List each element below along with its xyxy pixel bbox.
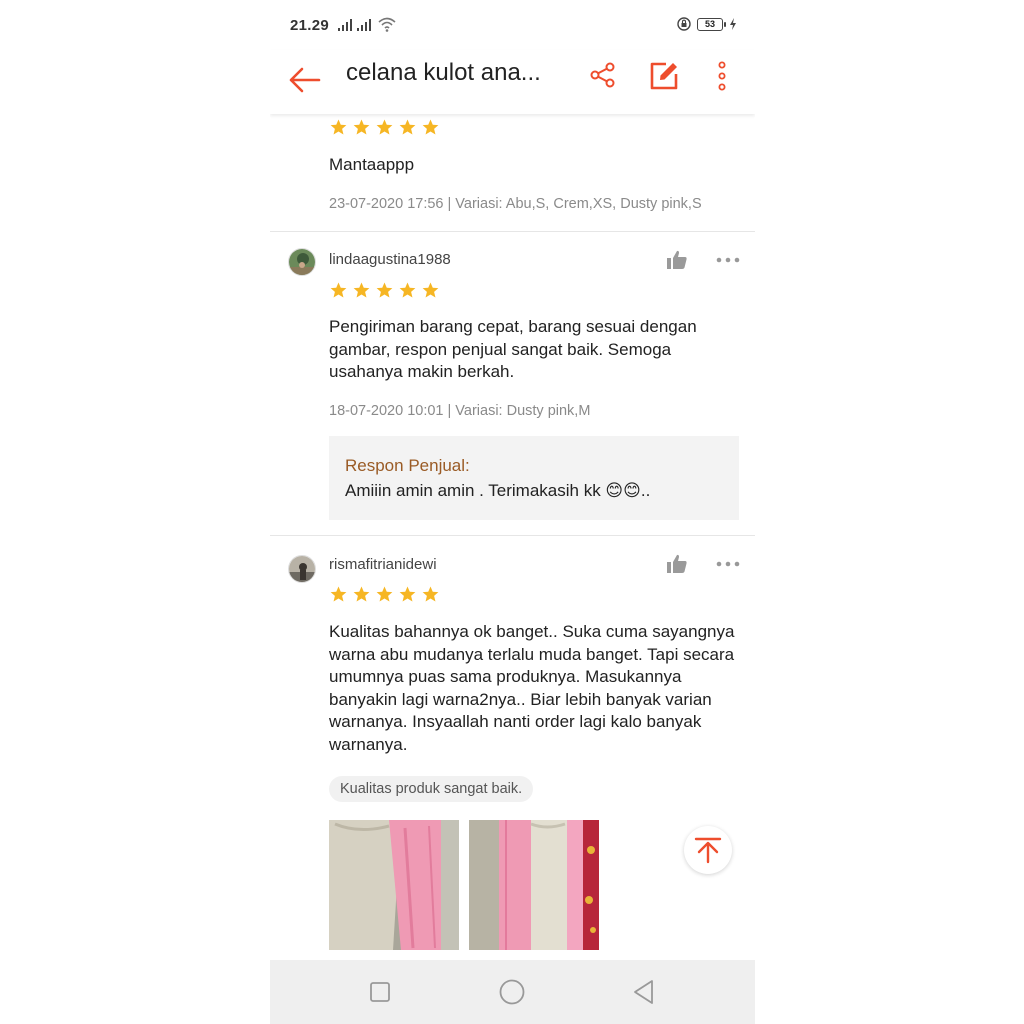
review-text: Pengiriman barang cepat, barang sesuai d… xyxy=(329,317,697,381)
review-photo[interactable] xyxy=(469,820,599,950)
avatar[interactable] xyxy=(288,248,316,276)
star-icon xyxy=(376,586,393,602)
arrow-left-icon xyxy=(289,67,321,93)
star-icon xyxy=(376,119,393,135)
share-icon[interactable] xyxy=(588,60,618,90)
review-item: rismafitrianidewi Kualitas bahannya ok b… xyxy=(270,536,755,960)
star-icon xyxy=(330,282,347,298)
star-icon xyxy=(422,586,439,602)
charging-icon xyxy=(730,18,736,30)
review-list[interactable]: Mantaappp 23-07-2020 17:56 | Variasi: Ab… xyxy=(270,114,755,960)
edit-icon[interactable] xyxy=(648,60,680,92)
rotation-lock-icon xyxy=(677,17,691,31)
seller-response: Respon Penjual: Amiiin amin amin . Terim… xyxy=(329,436,739,520)
page-title: celana kulot ana... xyxy=(346,59,541,86)
review-text: Kualitas bahannya ok banget.. Suka cuma … xyxy=(329,622,735,754)
avatar-image xyxy=(289,556,315,582)
star-icon xyxy=(399,119,416,135)
app-bar: celana kulot ana... xyxy=(270,50,755,114)
status-right: 53 xyxy=(677,17,737,31)
review-photo[interactable] xyxy=(329,820,459,950)
star-icon xyxy=(422,282,439,298)
signal-icon xyxy=(357,19,371,31)
star-icon xyxy=(376,282,393,298)
thumbs-up-icon[interactable] xyxy=(666,250,688,270)
review-meta: 18-07-2020 10:01 | Variasi: Dusty pink,M xyxy=(329,403,591,419)
home-icon[interactable] xyxy=(499,979,525,1005)
star-icon xyxy=(399,586,416,602)
star-icon xyxy=(353,586,370,602)
star-icon xyxy=(353,282,370,298)
review-text: Mantaappp xyxy=(329,155,415,174)
avatar-image xyxy=(289,249,315,275)
username[interactable]: lindaagustina1988 xyxy=(329,251,451,268)
star-icon xyxy=(399,282,416,298)
star-icon xyxy=(330,119,347,135)
more-vertical-icon[interactable] xyxy=(710,59,734,93)
review-item: lindaagustina1988 Pengiriman barang cepa… xyxy=(270,232,755,535)
star-rating xyxy=(329,281,440,299)
star-icon xyxy=(330,586,347,602)
review-photo-image xyxy=(469,820,599,950)
battery-icon: 53 xyxy=(697,17,726,31)
nav-back-icon[interactable] xyxy=(632,979,656,1005)
signal-icon xyxy=(338,19,352,31)
phone-screen: 21.29 53 celana kulot ana... Mantaappp 2… xyxy=(270,0,755,1024)
star-rating xyxy=(329,118,440,136)
scroll-to-top-button[interactable] xyxy=(684,826,732,874)
wifi-icon xyxy=(378,17,396,32)
system-nav-bar xyxy=(270,960,755,1024)
review-tag: Kualitas produk sangat baik. xyxy=(329,776,534,802)
back-button[interactable] xyxy=(284,60,324,100)
review-meta: 23-07-2020 17:56 | Variasi: Abu,S, Crem,… xyxy=(329,196,702,212)
more-horizontal-icon[interactable] xyxy=(716,560,740,568)
seller-response-label: Respon Penjual: xyxy=(345,456,470,475)
star-icon xyxy=(422,119,439,135)
username[interactable]: rismafitrianidewi xyxy=(329,556,437,573)
review-item: Mantaappp 23-07-2020 17:56 | Variasi: Ab… xyxy=(270,114,755,232)
arrow-up-to-top-icon xyxy=(694,837,722,864)
status-time: 21.29 xyxy=(290,17,330,34)
star-icon xyxy=(353,119,370,135)
status-bar: 21.29 53 xyxy=(270,0,755,50)
review-photo-image xyxy=(329,820,459,950)
thumbs-up-icon[interactable] xyxy=(666,554,688,574)
recent-apps-icon[interactable] xyxy=(370,982,390,1002)
avatar[interactable] xyxy=(288,555,316,583)
seller-response-text: Amiiin amin amin . Terimakasih kk 😊😊.. xyxy=(345,481,651,500)
star-rating xyxy=(329,585,440,603)
more-horizontal-icon[interactable] xyxy=(716,256,740,264)
